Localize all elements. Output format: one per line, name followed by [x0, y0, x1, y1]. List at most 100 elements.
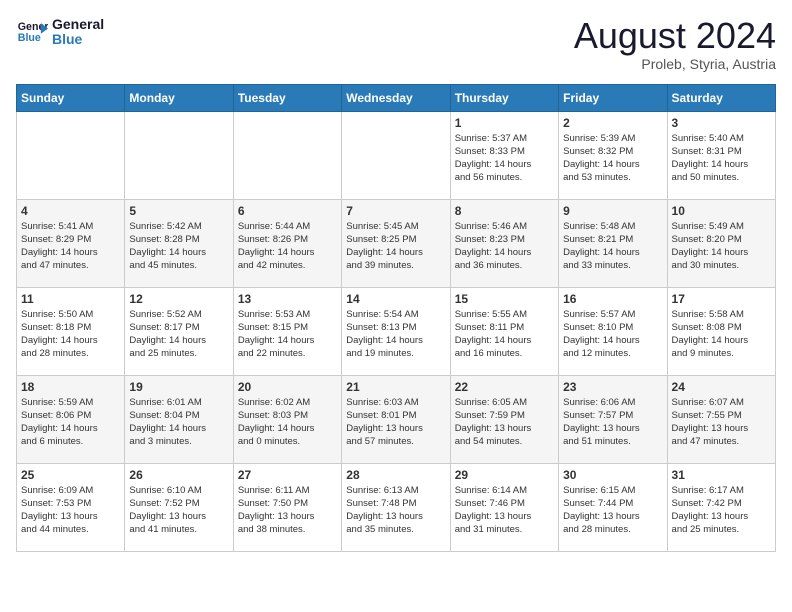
day-info: Sunrise: 6:13 AM Sunset: 7:48 PM Dayligh…	[346, 484, 445, 537]
calendar-cell: 7 Sunrise: 5:45 AM Sunset: 8:25 PM Daylig…	[342, 199, 450, 287]
page-header: General Blue General Blue August 2024 Pr…	[16, 16, 776, 72]
day-info: Sunrise: 6:05 AM Sunset: 7:59 PM Dayligh…	[455, 396, 554, 449]
day-number: 11	[21, 292, 120, 306]
day-number: 23	[563, 380, 662, 394]
day-info: Sunrise: 5:41 AM Sunset: 8:29 PM Dayligh…	[21, 220, 120, 273]
weekday-header-friday: Friday	[559, 84, 667, 111]
day-info: Sunrise: 5:46 AM Sunset: 8:23 PM Dayligh…	[455, 220, 554, 273]
calendar-table: SundayMondayTuesdayWednesdayThursdayFrid…	[16, 84, 776, 552]
day-info: Sunrise: 5:49 AM Sunset: 8:20 PM Dayligh…	[672, 220, 771, 273]
location: Proleb, Styria, Austria	[574, 56, 776, 72]
day-number: 14	[346, 292, 445, 306]
weekday-header-row: SundayMondayTuesdayWednesdayThursdayFrid…	[17, 84, 776, 111]
calendar-cell: 13Sunrise: 5:53 AM Sunset: 8:15 PM Dayli…	[233, 287, 341, 375]
day-number: 27	[238, 468, 337, 482]
calendar-week-4: 18 Sunrise: 5:59 AM Sunset: 8:06 PM Dayli…	[17, 375, 776, 463]
day-info: Sunrise: 5:58 AM Sunset: 8:08 PM Dayligh…	[672, 308, 771, 361]
calendar-cell: 19Sunrise: 6:01 AM Sunset: 8:04 PM Dayli…	[125, 375, 233, 463]
day-number: 17	[672, 292, 771, 306]
calendar-cell: 3Sunrise: 5:40 AM Sunset: 8:31 PM Daylig…	[667, 111, 775, 199]
day-info: Sunrise: 5:48 AM Sunset: 8:21 PM Dayligh…	[563, 220, 662, 273]
month-year: August 2024	[574, 16, 776, 56]
calendar-cell: 17 Sunrise: 5:58 AM Sunset: 8:08 PM Dayli…	[667, 287, 775, 375]
calendar-cell: 25Sunrise: 6:09 AM Sunset: 7:53 PM Dayli…	[17, 463, 125, 551]
calendar-cell: 28Sunrise: 6:13 AM Sunset: 7:48 PM Dayli…	[342, 463, 450, 551]
day-number: 3	[672, 116, 771, 130]
day-number: 9	[563, 204, 662, 218]
day-number: 5	[129, 204, 228, 218]
calendar-week-1: 1 Sunrise: 5:37 AM Sunset: 8:33 PM Daylig…	[17, 111, 776, 199]
day-info: Sunrise: 6:17 AM Sunset: 7:42 PM Dayligh…	[672, 484, 771, 537]
day-number: 29	[455, 468, 554, 482]
day-number: 15	[455, 292, 554, 306]
day-info: Sunrise: 6:10 AM Sunset: 7:52 PM Dayligh…	[129, 484, 228, 537]
calendar-cell: 14 Sunrise: 5:54 AM Sunset: 8:13 PM Dayli…	[342, 287, 450, 375]
calendar-cell	[17, 111, 125, 199]
day-number: 26	[129, 468, 228, 482]
calendar-cell: 10Sunrise: 5:49 AM Sunset: 8:20 PM Dayli…	[667, 199, 775, 287]
day-number: 12	[129, 292, 228, 306]
weekday-header-tuesday: Tuesday	[233, 84, 341, 111]
day-info: Sunrise: 5:37 AM Sunset: 8:33 PM Dayligh…	[455, 132, 554, 185]
day-number: 1	[455, 116, 554, 130]
day-info: Sunrise: 5:52 AM Sunset: 8:17 PM Dayligh…	[129, 308, 228, 361]
calendar-cell: 22 Sunrise: 6:05 AM Sunset: 7:59 PM Dayli…	[450, 375, 558, 463]
calendar-cell: 12 Sunrise: 5:52 AM Sunset: 8:17 PM Dayli…	[125, 287, 233, 375]
day-number: 21	[346, 380, 445, 394]
day-info: Sunrise: 6:07 AM Sunset: 7:55 PM Dayligh…	[672, 396, 771, 449]
day-info: Sunrise: 6:03 AM Sunset: 8:01 PM Dayligh…	[346, 396, 445, 449]
weekday-header-monday: Monday	[125, 84, 233, 111]
title-block: August 2024 Proleb, Styria, Austria	[574, 16, 776, 72]
day-info: Sunrise: 5:42 AM Sunset: 8:28 PM Dayligh…	[129, 220, 228, 273]
calendar-cell: 8 Sunrise: 5:46 AM Sunset: 8:23 PM Daylig…	[450, 199, 558, 287]
logo-general: General	[52, 17, 104, 32]
day-number: 8	[455, 204, 554, 218]
calendar-cell	[125, 111, 233, 199]
calendar-cell: 11 Sunrise: 5:50 AM Sunset: 8:18 PM Dayli…	[17, 287, 125, 375]
day-number: 20	[238, 380, 337, 394]
day-info: Sunrise: 5:59 AM Sunset: 8:06 PM Dayligh…	[21, 396, 120, 449]
calendar-cell: 4 Sunrise: 5:41 AM Sunset: 8:29 PM Daylig…	[17, 199, 125, 287]
day-info: Sunrise: 5:50 AM Sunset: 8:18 PM Dayligh…	[21, 308, 120, 361]
calendar-cell: 29 Sunrise: 6:14 AM Sunset: 7:46 PM Dayli…	[450, 463, 558, 551]
day-info: Sunrise: 6:15 AM Sunset: 7:44 PM Dayligh…	[563, 484, 662, 537]
day-number: 22	[455, 380, 554, 394]
weekday-header-saturday: Saturday	[667, 84, 775, 111]
calendar-cell: 6Sunrise: 5:44 AM Sunset: 8:26 PM Daylig…	[233, 199, 341, 287]
day-number: 4	[21, 204, 120, 218]
day-info: Sunrise: 6:01 AM Sunset: 8:04 PM Dayligh…	[129, 396, 228, 449]
calendar-cell: 24Sunrise: 6:07 AM Sunset: 7:55 PM Dayli…	[667, 375, 775, 463]
day-number: 2	[563, 116, 662, 130]
calendar-cell	[233, 111, 341, 199]
logo-blue: Blue	[52, 32, 104, 47]
calendar-cell: 21 Sunrise: 6:03 AM Sunset: 8:01 PM Dayli…	[342, 375, 450, 463]
day-info: Sunrise: 6:06 AM Sunset: 7:57 PM Dayligh…	[563, 396, 662, 449]
day-info: Sunrise: 6:14 AM Sunset: 7:46 PM Dayligh…	[455, 484, 554, 537]
calendar-cell: 9 Sunrise: 5:48 AM Sunset: 8:21 PM Daylig…	[559, 199, 667, 287]
day-info: Sunrise: 5:39 AM Sunset: 8:32 PM Dayligh…	[563, 132, 662, 185]
calendar-cell: 23 Sunrise: 6:06 AM Sunset: 7:57 PM Dayli…	[559, 375, 667, 463]
calendar-cell: 16Sunrise: 5:57 AM Sunset: 8:10 PM Dayli…	[559, 287, 667, 375]
calendar-week-3: 11 Sunrise: 5:50 AM Sunset: 8:18 PM Dayli…	[17, 287, 776, 375]
day-number: 13	[238, 292, 337, 306]
day-info: Sunrise: 5:54 AM Sunset: 8:13 PM Dayligh…	[346, 308, 445, 361]
calendar-cell: 26 Sunrise: 6:10 AM Sunset: 7:52 PM Dayli…	[125, 463, 233, 551]
calendar-cell: 30 Sunrise: 6:15 AM Sunset: 7:44 PM Dayli…	[559, 463, 667, 551]
calendar-week-2: 4 Sunrise: 5:41 AM Sunset: 8:29 PM Daylig…	[17, 199, 776, 287]
day-info: Sunrise: 6:02 AM Sunset: 8:03 PM Dayligh…	[238, 396, 337, 449]
day-number: 30	[563, 468, 662, 482]
calendar-cell: 2 Sunrise: 5:39 AM Sunset: 8:32 PM Daylig…	[559, 111, 667, 199]
day-number: 7	[346, 204, 445, 218]
day-number: 31	[672, 468, 771, 482]
calendar-cell: 31 Sunrise: 6:17 AM Sunset: 7:42 PM Dayli…	[667, 463, 775, 551]
calendar-week-5: 25Sunrise: 6:09 AM Sunset: 7:53 PM Dayli…	[17, 463, 776, 551]
day-info: Sunrise: 5:55 AM Sunset: 8:11 PM Dayligh…	[455, 308, 554, 361]
calendar-cell: 15 Sunrise: 5:55 AM Sunset: 8:11 PM Dayli…	[450, 287, 558, 375]
day-info: Sunrise: 6:09 AM Sunset: 7:53 PM Dayligh…	[21, 484, 120, 537]
weekday-header-wednesday: Wednesday	[342, 84, 450, 111]
logo-icon: General Blue	[16, 16, 48, 48]
logo: General Blue General Blue	[16, 16, 104, 48]
day-number: 18	[21, 380, 120, 394]
day-info: Sunrise: 5:45 AM Sunset: 8:25 PM Dayligh…	[346, 220, 445, 273]
calendar-cell: 18 Sunrise: 5:59 AM Sunset: 8:06 PM Dayli…	[17, 375, 125, 463]
